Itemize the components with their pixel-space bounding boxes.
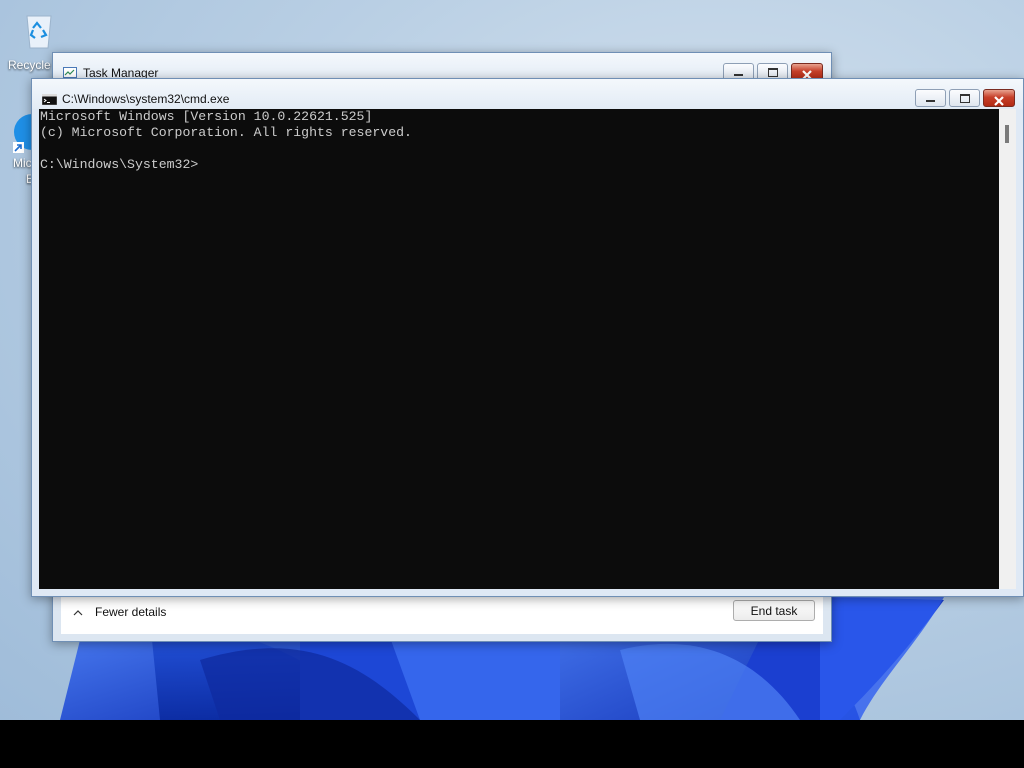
maximize-icon <box>767 67 778 77</box>
cmd-maximize-button[interactable] <box>949 89 980 107</box>
cmd-window[interactable]: C:\Windows\system32\cmd.exe Microsoft Wi… <box>31 78 1024 597</box>
chevron-up-icon <box>73 605 83 619</box>
task-manager-app-icon <box>63 65 77 78</box>
fewer-details-toggle[interactable]: Fewer details <box>73 602 166 622</box>
taskbar <box>0 720 1024 768</box>
console-output[interactable]: Microsoft Windows [Version 10.0.22621.52… <box>39 109 999 589</box>
end-task-button[interactable]: End task <box>733 600 815 621</box>
minimize-icon <box>926 99 935 102</box>
cmd-app-icon <box>41 92 58 106</box>
close-icon <box>801 67 813 80</box>
console-scroll-thumb[interactable] <box>1005 125 1009 143</box>
recycle-bin-label: Recycle <box>8 58 51 72</box>
edge-shortcut-label: Mic <box>13 156 32 170</box>
console-line: (c) Microsoft Corporation. All rights re… <box>40 125 412 140</box>
cmd-titlebar[interactable]: C:\Windows\system32\cmd.exe <box>32 79 1023 109</box>
console-prompt[interactable]: C:\Windows\System32> <box>39 157 999 173</box>
minimize-icon <box>734 73 743 76</box>
fewer-details-label: Fewer details <box>95 605 167 619</box>
recycle-bin-icon <box>22 10 56 50</box>
maximize-icon <box>959 93 970 103</box>
console-scrollbar[interactable] <box>999 109 1016 589</box>
task-manager-footer: Fewer details End task <box>61 593 823 634</box>
close-icon <box>993 93 1005 106</box>
cmd-close-button[interactable] <box>983 89 1015 107</box>
cmd-minimize-button[interactable] <box>915 89 946 107</box>
console-line: Microsoft Windows [Version 10.0.22621.52… <box>40 109 373 124</box>
cmd-title: C:\Windows\system32\cmd.exe <box>62 92 230 106</box>
